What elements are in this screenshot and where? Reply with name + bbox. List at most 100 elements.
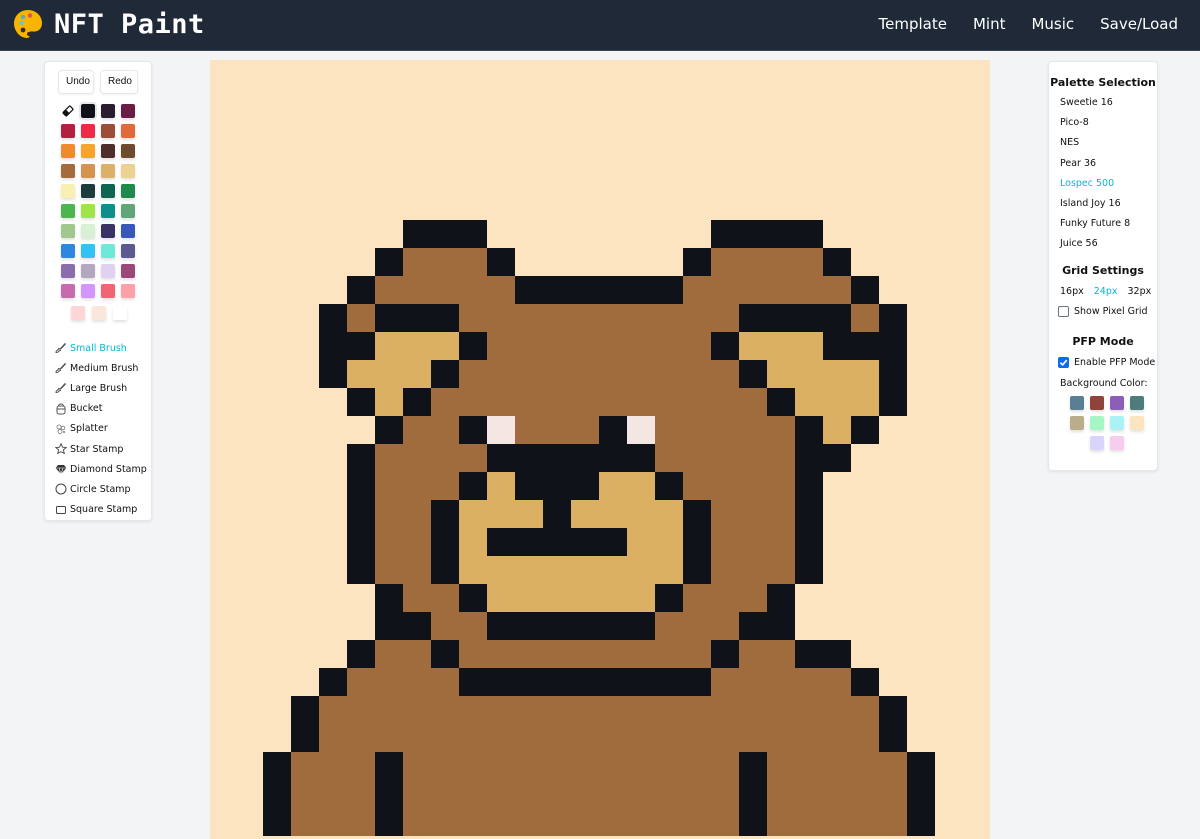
brush-icon	[55, 342, 67, 354]
color-swatch[interactable]	[121, 104, 135, 118]
palette-option[interactable]: Funky Future 8	[1060, 218, 1130, 238]
tool-circle-stamp[interactable]: Circle Stamp	[55, 479, 147, 499]
redo-button[interactable]: Redo	[100, 70, 138, 94]
bg-color-swatch[interactable]	[1070, 416, 1084, 430]
pixel	[711, 528, 739, 556]
color-swatch[interactable]	[101, 284, 115, 298]
color-swatch[interactable]	[81, 264, 95, 278]
nav-template[interactable]: Template	[879, 15, 947, 33]
color-swatch[interactable]	[61, 124, 75, 138]
color-swatch[interactable]	[61, 264, 75, 278]
color-swatch[interactable]	[61, 164, 75, 178]
color-swatch[interactable]	[61, 144, 75, 158]
color-swatch[interactable]	[121, 284, 135, 298]
grid-size-option[interactable]: 16px	[1060, 286, 1084, 297]
pixel	[767, 388, 795, 416]
color-swatch[interactable]	[61, 204, 75, 218]
palette-option[interactable]: Juice 56	[1060, 238, 1130, 258]
tool-square-stamp[interactable]: Square Stamp	[55, 500, 147, 520]
nav-mint[interactable]: Mint	[973, 15, 1006, 33]
palette-option[interactable]: Pear 36	[1060, 158, 1130, 178]
brand[interactable]: NFT Paint	[12, 8, 205, 40]
color-swatch[interactable]	[101, 204, 115, 218]
palette-option[interactable]: Lospec 500	[1060, 178, 1130, 198]
bg-color-swatch[interactable]	[1070, 396, 1084, 410]
grid-size-option[interactable]: 24px	[1094, 286, 1118, 297]
color-swatch[interactable]	[121, 184, 135, 198]
color-swatch[interactable]	[121, 244, 135, 258]
palette-option[interactable]: Island Joy 16	[1060, 198, 1130, 218]
pfp-enable-label: Enable PFP Mode	[1074, 357, 1156, 368]
tool-medium-brush[interactable]: Medium Brush	[55, 358, 147, 378]
color-swatch[interactable]	[101, 104, 115, 118]
color-swatch[interactable]	[92, 306, 106, 320]
nav-save-load[interactable]: Save/Load	[1100, 15, 1178, 33]
color-swatch[interactable]	[121, 264, 135, 278]
tool-splatter[interactable]: Splatter	[55, 419, 147, 439]
color-swatch[interactable]	[81, 144, 95, 158]
nav-music[interactable]: Music	[1031, 15, 1074, 33]
color-swatch[interactable]	[121, 204, 135, 218]
color-swatch[interactable]	[121, 144, 135, 158]
bg-color-swatch[interactable]	[1110, 396, 1124, 410]
undo-button[interactable]: Undo	[58, 70, 94, 94]
pfp-enable-checkbox[interactable]	[1058, 357, 1069, 368]
pixel	[487, 752, 515, 780]
color-swatch[interactable]	[101, 124, 115, 138]
color-swatch[interactable]	[101, 244, 115, 258]
bg-color-swatch[interactable]	[1090, 416, 1104, 430]
pixel	[459, 612, 487, 640]
pfp-heading: PFP Mode	[1072, 335, 1134, 348]
color-swatch[interactable]	[81, 244, 95, 258]
tool-bucket[interactable]: Bucket	[55, 399, 147, 419]
palette-option[interactable]: Sweetie 16	[1060, 97, 1130, 117]
pixel	[571, 332, 599, 360]
color-swatch[interactable]	[101, 184, 115, 198]
tool-diamond-stamp[interactable]: Diamond Stamp	[55, 459, 147, 479]
color-swatch[interactable]	[81, 284, 95, 298]
color-swatch[interactable]	[121, 124, 135, 138]
tool-label: Splatter	[70, 423, 108, 435]
color-swatch[interactable]	[61, 284, 75, 298]
color-swatch[interactable]	[101, 224, 115, 238]
bg-color-swatch[interactable]	[1090, 436, 1104, 450]
bg-color-swatch[interactable]	[1110, 416, 1124, 430]
tool-small-brush[interactable]: Small Brush	[55, 338, 147, 358]
bg-color-swatch[interactable]	[1130, 396, 1144, 410]
color-swatch[interactable]	[101, 264, 115, 278]
color-swatch[interactable]	[71, 306, 85, 320]
bg-color-swatch[interactable]	[1110, 436, 1124, 450]
color-swatch[interactable]	[81, 124, 95, 138]
bg-color-swatch[interactable]	[1090, 396, 1104, 410]
bg-color-swatch[interactable]	[1130, 416, 1144, 430]
color-swatch[interactable]	[121, 224, 135, 238]
color-swatch[interactable]	[121, 164, 135, 178]
color-swatch[interactable]	[113, 306, 127, 320]
drawing-canvas[interactable]	[210, 60, 990, 839]
pixel	[515, 304, 543, 332]
pixel	[543, 556, 571, 584]
palette-option[interactable]: NES	[1060, 137, 1130, 157]
show-grid-row[interactable]: Show Pixel Grid	[1058, 306, 1148, 317]
color-swatch[interactable]	[101, 144, 115, 158]
pixel	[711, 500, 739, 528]
color-swatch[interactable]	[61, 244, 75, 258]
tool-large-brush[interactable]: Large Brush	[55, 378, 147, 398]
palette-option[interactable]: Pico-8	[1060, 117, 1130, 137]
tool-star-stamp[interactable]: Star Stamp	[55, 439, 147, 459]
grid-size-option[interactable]: 32px	[1128, 286, 1152, 297]
eraser-icon[interactable]	[61, 104, 75, 118]
pixel	[627, 584, 655, 612]
color-swatch[interactable]	[81, 184, 95, 198]
color-swatch[interactable]	[79, 102, 97, 120]
color-swatch[interactable]	[101, 164, 115, 178]
color-swatch[interactable]	[81, 204, 95, 218]
pixel-art[interactable]	[210, 60, 990, 836]
color-swatch[interactable]	[81, 224, 95, 238]
color-swatch[interactable]	[61, 184, 75, 198]
color-swatch[interactable]	[61, 224, 75, 238]
pixel	[543, 668, 571, 696]
show-grid-checkbox[interactable]	[1058, 306, 1069, 317]
color-swatch[interactable]	[81, 164, 95, 178]
pfp-enable-row[interactable]: Enable PFP Mode	[1058, 357, 1155, 368]
